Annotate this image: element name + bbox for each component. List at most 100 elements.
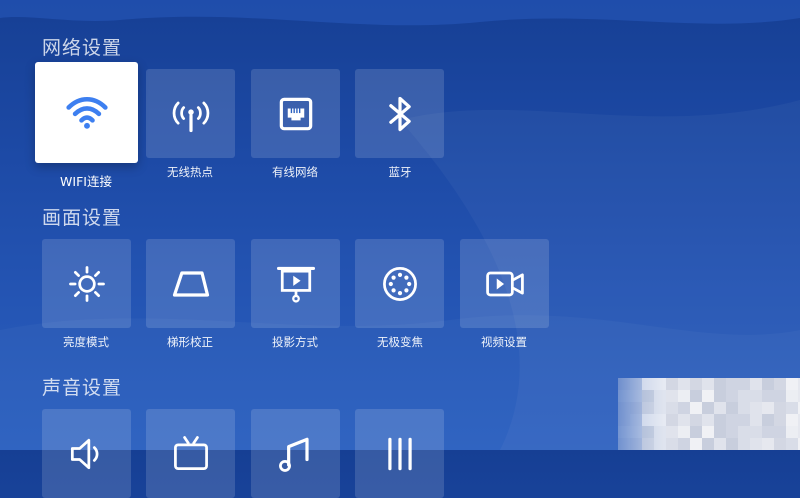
mosaic-cell — [714, 378, 726, 390]
mosaic-cell — [786, 414, 798, 426]
tile-wifi[interactable] — [35, 62, 138, 163]
mosaic-cell — [642, 402, 654, 414]
mosaic-cell — [738, 414, 750, 426]
mosaic-cell — [774, 378, 786, 390]
mosaic-cell — [786, 402, 798, 414]
tile-focus[interactable] — [355, 239, 444, 328]
tile-projection-label: 投影方式 — [272, 335, 318, 349]
mosaic-cell — [666, 402, 678, 414]
mosaic-cell — [618, 426, 630, 438]
mosaic-cell — [618, 390, 630, 402]
mosaic-cell — [618, 402, 630, 414]
mosaic-cell — [738, 426, 750, 438]
mosaic-cell — [630, 378, 642, 390]
mosaic-cell — [690, 402, 702, 414]
mosaic-cell — [654, 426, 666, 438]
mosaic-cell — [738, 438, 750, 450]
mosaic-cell — [726, 438, 738, 450]
mosaic-cell — [690, 426, 702, 438]
mosaic-cell — [750, 390, 762, 402]
mosaic-cell — [750, 438, 762, 450]
mosaic-cell — [630, 402, 642, 414]
mosaic-cell — [642, 438, 654, 450]
mosaic-cell — [702, 378, 714, 390]
mosaic-cell — [726, 426, 738, 438]
mosaic-cell — [642, 426, 654, 438]
tile-sound-device[interactable] — [146, 409, 235, 498]
mosaic-cell — [738, 402, 750, 414]
mosaic-cell — [702, 426, 714, 438]
tile-bluetooth-label: 蓝牙 — [388, 165, 412, 179]
mosaic-cell — [726, 414, 738, 426]
mosaic-cell — [762, 378, 774, 390]
mosaic-cell — [618, 438, 630, 450]
mosaic-cell — [678, 378, 690, 390]
mosaic-cell — [690, 438, 702, 450]
section-title-display: 画面设置 — [42, 207, 123, 229]
mosaic-cell — [666, 426, 678, 438]
tile-music[interactable] — [251, 409, 340, 498]
mosaic-cell — [762, 414, 774, 426]
mosaic-cell — [762, 438, 774, 450]
mosaic-cell — [654, 378, 666, 390]
pixelated-watermark — [618, 378, 800, 450]
mosaic-cell — [750, 414, 762, 426]
mosaic-cell — [762, 402, 774, 414]
tile-brightness[interactable] — [42, 239, 131, 328]
equalizer-icon — [387, 437, 412, 470]
tile-wifi-label: WIFI连接 — [60, 174, 112, 189]
mosaic-cell — [678, 402, 690, 414]
mosaic-cell — [774, 414, 786, 426]
mosaic-cell — [654, 402, 666, 414]
mosaic-cell — [726, 390, 738, 402]
tile-keystone[interactable] — [146, 239, 235, 328]
mosaic-cell — [642, 390, 654, 402]
tile-ethernet-label: 有线网络 — [272, 165, 318, 179]
speaker-icon — [70, 438, 98, 469]
mosaic-cell — [654, 414, 666, 426]
mosaic-cell — [774, 402, 786, 414]
tile-bluetooth[interactable] — [355, 69, 444, 158]
mosaic-cell — [666, 438, 678, 450]
mosaic-cell — [690, 378, 702, 390]
tile-speaker[interactable] — [42, 409, 131, 498]
tile-equalizer[interactable] — [355, 409, 444, 498]
tile-video[interactable] — [460, 239, 549, 328]
tile-projection[interactable] — [251, 239, 340, 328]
mosaic-cell — [738, 390, 750, 402]
mosaic-cell — [654, 390, 666, 402]
mosaic-cell — [666, 390, 678, 402]
mosaic-cell — [630, 390, 642, 402]
mosaic-cell — [714, 390, 726, 402]
section-title-sound: 声音设置 — [42, 377, 123, 399]
mosaic-cell — [702, 414, 714, 426]
mosaic-cell — [678, 390, 690, 402]
tile-video-label: 视频设置 — [481, 335, 527, 349]
mosaic-cell — [618, 414, 630, 426]
mosaic-cell — [666, 414, 678, 426]
mosaic-cell — [630, 438, 642, 450]
tile-ethernet[interactable] — [251, 69, 340, 158]
mosaic-cell — [786, 438, 798, 450]
mosaic-cell — [774, 426, 786, 438]
mosaic-cell — [678, 414, 690, 426]
mosaic-cell — [750, 378, 762, 390]
section-title-network: 网络设置 — [42, 37, 123, 59]
mosaic-cell — [786, 390, 798, 402]
music-note-icon — [278, 437, 309, 472]
tile-focus-label: 无极变焦 — [377, 335, 423, 349]
mosaic-cell — [774, 390, 786, 402]
mosaic-cell — [726, 402, 738, 414]
mosaic-cell — [642, 378, 654, 390]
mosaic-cell — [678, 426, 690, 438]
mosaic-cell — [762, 390, 774, 402]
projection-icon — [276, 266, 315, 303]
tile-hotspot[interactable] — [146, 69, 235, 158]
mosaic-cell — [654, 438, 666, 450]
mosaic-cell — [690, 414, 702, 426]
mosaic-cell — [714, 426, 726, 438]
mosaic-cell — [774, 438, 786, 450]
sound-device-icon — [173, 435, 208, 470]
mosaic-cell — [702, 438, 714, 450]
hotspot-icon — [172, 101, 209, 132]
